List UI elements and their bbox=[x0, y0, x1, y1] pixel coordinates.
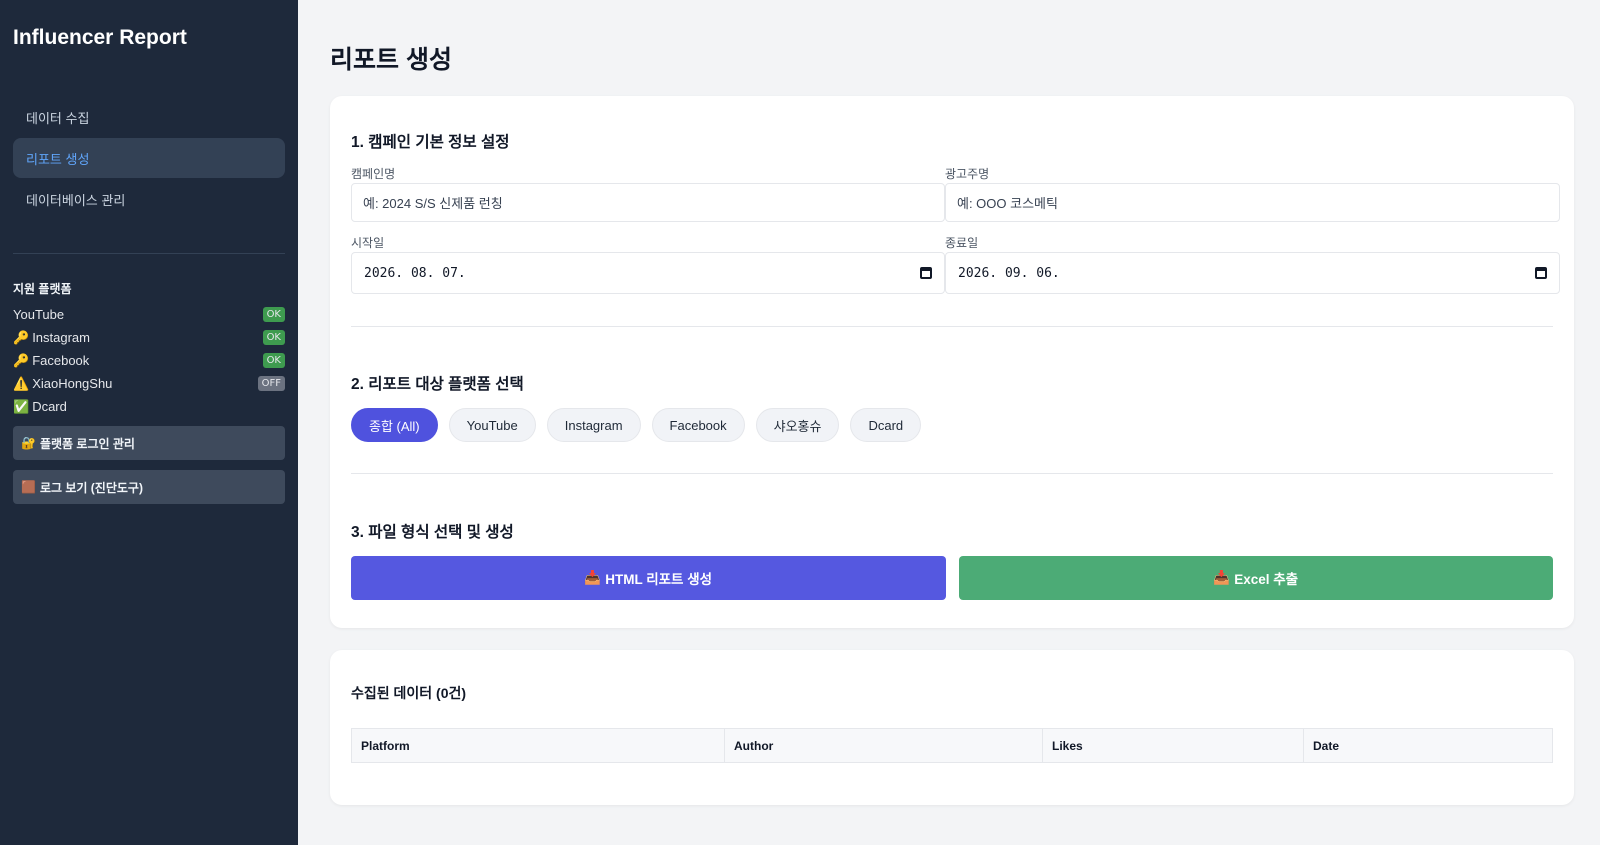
sidebar-nav: 데이터 수집 리포트 생성 데이터베이스 관리 bbox=[13, 97, 285, 219]
status-badge: OK bbox=[262, 353, 285, 368]
status-badge: OFF bbox=[257, 376, 285, 391]
log-icon: 🟫 bbox=[21, 480, 36, 494]
app-title: Influencer Report bbox=[13, 26, 187, 49]
platform-login-label: 플랫폼 로그인 관리 bbox=[39, 436, 135, 451]
generate-html-report-button[interactable]: 📥 HTML 리포트 생성 bbox=[351, 556, 946, 600]
section-campaign-title: 1. 캠페인 기본 정보 설정 bbox=[351, 134, 510, 151]
calendar-icon[interactable] bbox=[1535, 267, 1547, 279]
campaign-name-label: 캠페인명 bbox=[351, 167, 396, 181]
platforms-heading: 지원 플랫폼 bbox=[13, 282, 72, 296]
start-date-value: 2026. 08. 07. bbox=[364, 265, 466, 281]
section-divider bbox=[351, 473, 1553, 474]
sidebar-item-report-generation[interactable]: 리포트 생성 bbox=[13, 138, 285, 178]
column-header-likes[interactable]: Likes bbox=[1042, 728, 1304, 763]
platform-name: YouTube bbox=[13, 307, 65, 322]
lock-icon: 🔐 bbox=[21, 436, 36, 450]
main-content: 리포트 생성 1. 캠페인 기본 정보 설정 캠페인명 예: 2024 S/S … bbox=[330, 0, 1574, 805]
download-icon: 📥 bbox=[1213, 570, 1231, 585]
chip-dcard[interactable]: Dcard bbox=[850, 408, 922, 442]
export-buttons: 📥 HTML 리포트 생성 📥 Excel 추출 bbox=[351, 556, 1553, 600]
end-date-field: 종료일 2026. 09. 06. bbox=[945, 234, 1560, 294]
view-logs-button[interactable]: 🟫 로그 보기 (진단도구) bbox=[13, 470, 285, 504]
column-header-platform[interactable]: Platform bbox=[351, 728, 725, 763]
platform-row-youtube: YouTube OK bbox=[13, 303, 285, 326]
report-form-card: 1. 캠페인 기본 정보 설정 캠페인명 예: 2024 S/S 신제품 런칭 … bbox=[330, 96, 1574, 628]
advertiser-label: 광고주명 bbox=[945, 167, 990, 181]
download-icon: 📥 bbox=[584, 570, 602, 585]
status-badge: OK bbox=[262, 330, 285, 345]
calendar-icon[interactable] bbox=[920, 267, 932, 279]
chip-instagram[interactable]: Instagram bbox=[546, 408, 641, 442]
platform-name: XiaoHongShu bbox=[32, 376, 113, 391]
sidebar-item-database-management[interactable]: 데이터베이스 관리 bbox=[13, 179, 285, 219]
column-header-date[interactable]: Date bbox=[1303, 728, 1553, 763]
advertiser-input[interactable]: 예: OOO 코스메틱 bbox=[945, 183, 1560, 222]
platform-row-xiaohongshu: ⚠️ XiaoHongShu OFF bbox=[13, 372, 285, 395]
export-excel-label: Excel 추출 bbox=[1234, 572, 1299, 587]
platform-row-facebook: 🔑 Facebook OK bbox=[13, 349, 285, 372]
check-icon: ✅ bbox=[13, 398, 30, 414]
chip-facebook[interactable]: Facebook bbox=[651, 408, 745, 442]
export-excel-button[interactable]: 📥 Excel 추출 bbox=[958, 556, 1553, 600]
campaign-name-input[interactable]: 예: 2024 S/S 신제품 런칭 bbox=[351, 183, 945, 222]
start-date-field: 시작일 2026. 08. 07. bbox=[351, 234, 945, 294]
key-icon: 🔑 bbox=[13, 329, 30, 345]
warning-icon: ⚠️ bbox=[13, 375, 30, 391]
sidebar-divider bbox=[13, 253, 285, 254]
end-date-label: 종료일 bbox=[945, 236, 979, 250]
platform-name: Facebook bbox=[32, 353, 90, 368]
column-header-author[interactable]: Author bbox=[724, 728, 1043, 763]
table-header-row: Platform Author Likes Date bbox=[351, 728, 1553, 763]
platform-chips: 종합 (All) YouTube Instagram Facebook 샤오홍슈… bbox=[351, 408, 1553, 442]
view-logs-label: 로그 보기 (진단도구) bbox=[39, 480, 143, 495]
start-date-label: 시작일 bbox=[351, 236, 385, 250]
advertiser-field: 광고주명 예: OOO 코스메틱 bbox=[945, 165, 1560, 222]
campaign-name-field: 캠페인명 예: 2024 S/S 신제품 런칭 bbox=[351, 165, 945, 222]
section-export-title: 3. 파일 형식 선택 및 생성 bbox=[351, 524, 514, 541]
section-divider bbox=[351, 326, 1553, 327]
collected-data-card: 수집된 데이터 (0건) Platform Author Likes Date bbox=[330, 650, 1574, 805]
chip-xiaohongshu[interactable]: 샤오홍슈 bbox=[755, 408, 840, 442]
page-title: 리포트 생성 bbox=[330, 46, 452, 74]
platform-row-dcard: ✅ Dcard bbox=[13, 395, 285, 418]
section-platform-title: 2. 리포트 대상 플랫폼 선택 bbox=[351, 376, 524, 393]
status-badge: OK bbox=[262, 307, 285, 322]
start-date-input[interactable]: 2026. 08. 07. bbox=[351, 252, 945, 294]
sidebar-item-data-collection[interactable]: 데이터 수집 bbox=[13, 97, 285, 137]
platform-name: Instagram bbox=[32, 330, 90, 345]
campaign-fields-row: 캠페인명 예: 2024 S/S 신제품 런칭 광고주명 예: OOO 코스메틱 bbox=[351, 165, 1560, 222]
platform-name: Dcard bbox=[32, 399, 67, 414]
collected-data-title: 수집된 데이터 (0건) bbox=[351, 685, 467, 701]
platform-row-instagram: 🔑 Instagram OK bbox=[13, 326, 285, 349]
chip-youtube[interactable]: YouTube bbox=[448, 408, 536, 442]
chip-all[interactable]: 종합 (All) bbox=[351, 408, 438, 442]
platform-login-button[interactable]: 🔐 플랫폼 로그인 관리 bbox=[13, 426, 285, 460]
date-fields-row: 시작일 2026. 08. 07. 종료일 2026. 09. 06. bbox=[351, 234, 1560, 294]
end-date-value: 2026. 09. 06. bbox=[958, 265, 1060, 281]
collected-data-table: Platform Author Likes Date bbox=[351, 728, 1553, 763]
end-date-input[interactable]: 2026. 09. 06. bbox=[945, 252, 1560, 294]
generate-html-label: HTML 리포트 생성 bbox=[605, 572, 713, 587]
key-icon: 🔑 bbox=[13, 352, 30, 368]
sidebar: Influencer Report 데이터 수집 리포트 생성 데이터베이스 관… bbox=[0, 0, 298, 845]
